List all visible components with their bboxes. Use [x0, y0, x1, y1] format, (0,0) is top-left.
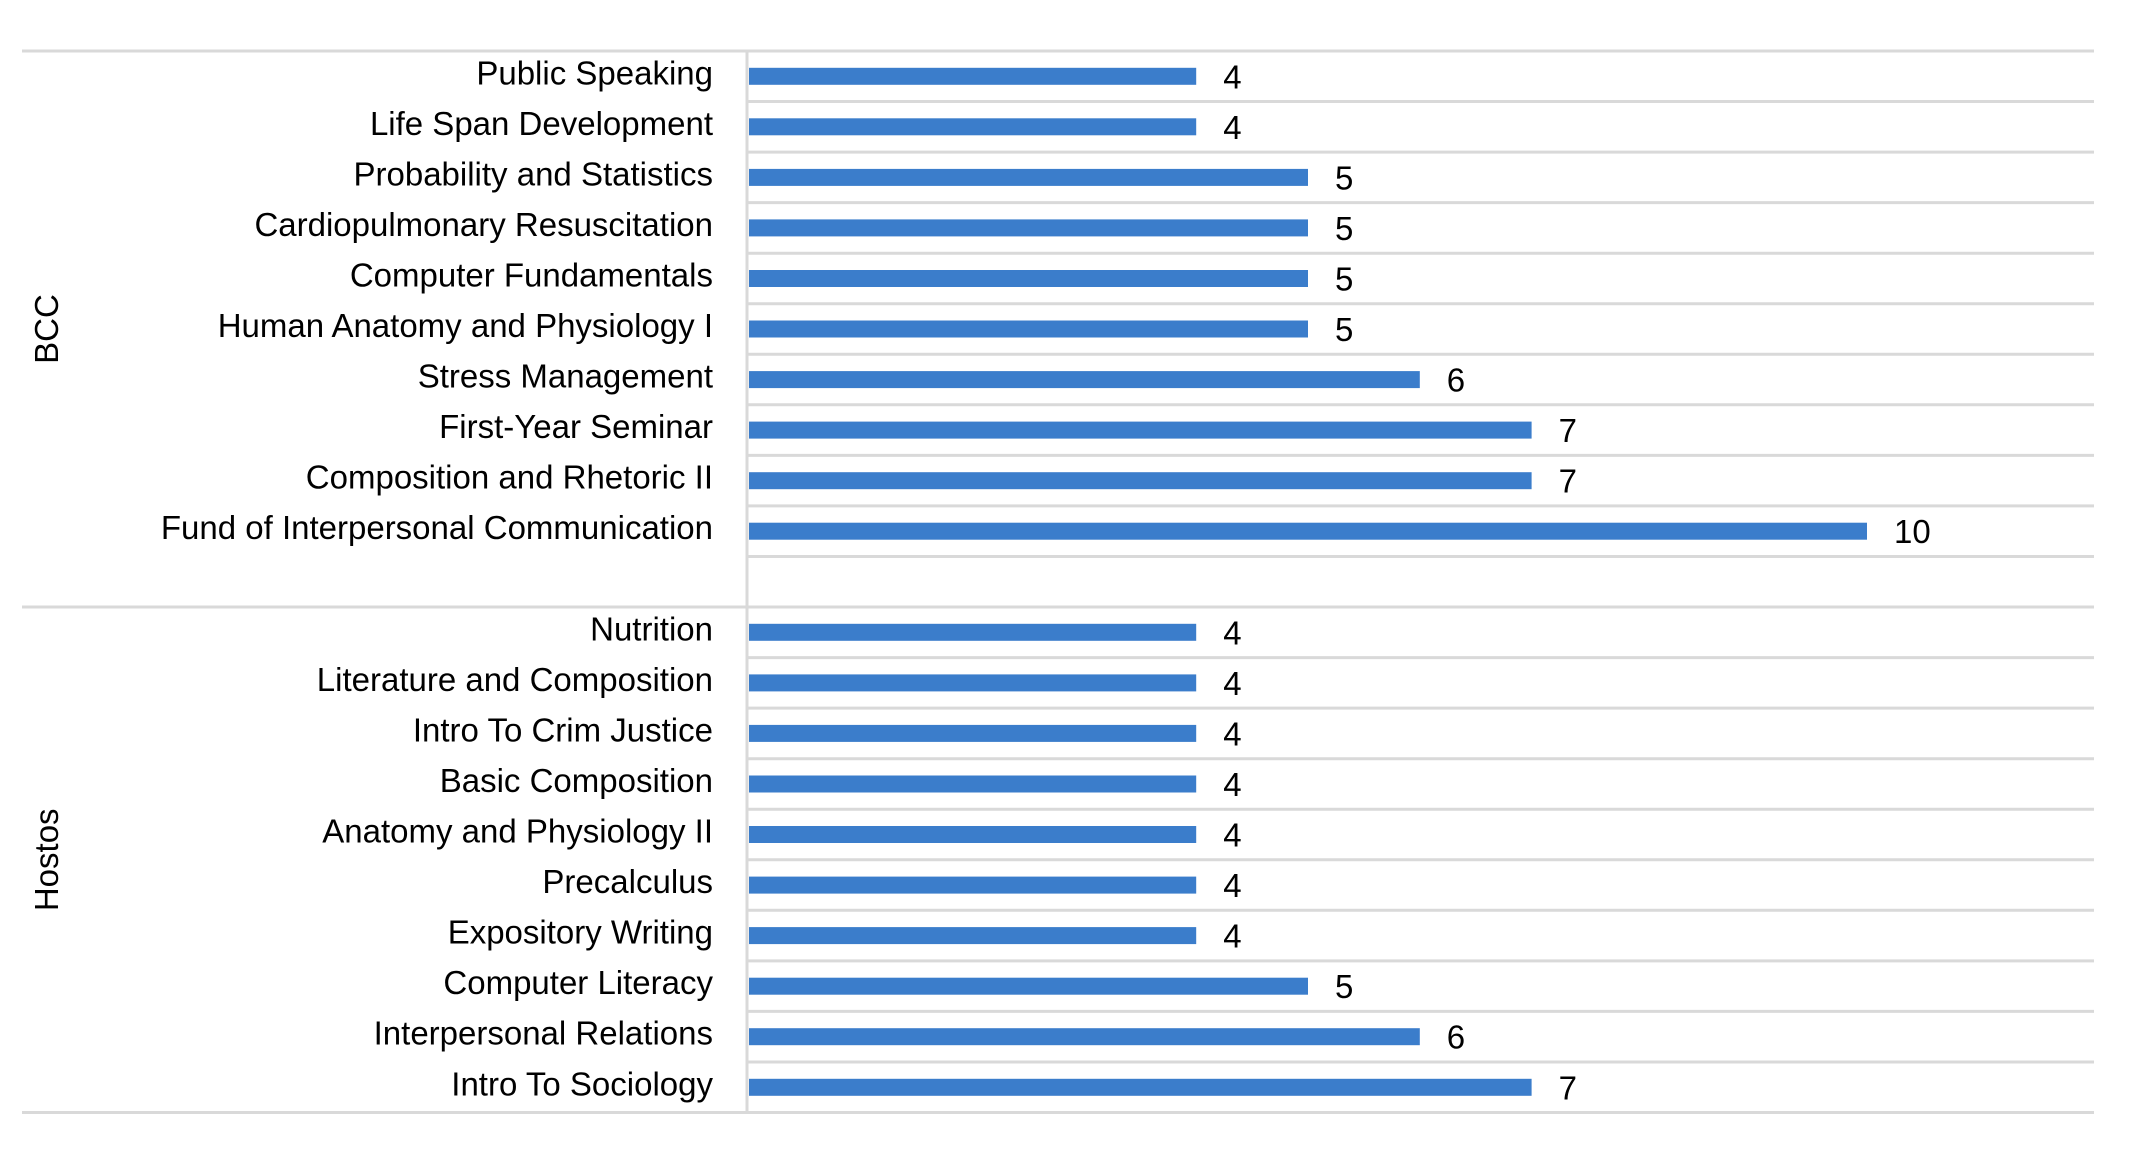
grouped-horizontal-bar-chart: Public Speaking Life Span Development Prob… — [22, 49, 2094, 1114]
bar-hostos-6 — [749, 876, 1197, 894]
category-label: Basic Composition — [440, 762, 713, 799]
data-label: 6 — [1447, 1019, 1465, 1056]
data-label: 4 — [1223, 58, 1241, 95]
category-label: First-Year Seminar — [439, 408, 713, 445]
category-label: Cardiopulmonary Resuscitation — [254, 206, 713, 243]
bar-bcc-9 — [749, 472, 1532, 490]
bar-bcc-4 — [749, 219, 1308, 237]
data-label: 4 — [1223, 918, 1241, 955]
category-label: Life Span Development — [370, 105, 713, 142]
bar-bcc-1 — [749, 67, 1197, 85]
category-label: Fund of Interpersonal Communication — [161, 509, 713, 546]
data-label: 4 — [1223, 867, 1241, 904]
data-label: 4 — [1223, 817, 1241, 854]
bar-hostos-4 — [749, 775, 1197, 793]
bars — [749, 67, 1867, 1096]
bar-hostos-8 — [749, 977, 1308, 995]
category-label: Probability and Statistics — [353, 155, 713, 192]
data-label: 4 — [1223, 109, 1241, 146]
bar-hostos-10 — [749, 1078, 1532, 1096]
category-label: Public Speaking — [476, 54, 713, 91]
category-labels: Public Speaking Life Span Development Prob… — [161, 54, 714, 1102]
category-label: Computer Literacy — [443, 964, 713, 1001]
category-label: Precalculus — [542, 863, 713, 900]
category-label: Anatomy and Physiology II — [322, 813, 713, 850]
category-label: Interpersonal Relations — [374, 1015, 713, 1052]
data-label: 5 — [1335, 968, 1353, 1005]
bar-hostos-3 — [749, 724, 1197, 742]
data-label: 4 — [1223, 614, 1241, 651]
category-label: Composition and Rhetoric II — [306, 459, 713, 496]
category-label: Human Anatomy and Physiology I — [218, 307, 713, 344]
data-label: 7 — [1559, 1069, 1577, 1106]
data-labels: 4 4 5 5 5 5 6 7 7 10 4 4 4 4 4 4 4 5 6 7 — [1223, 58, 1931, 1106]
bar-bcc-2 — [749, 118, 1197, 136]
data-label: 5 — [1335, 261, 1353, 298]
data-label: 4 — [1223, 766, 1241, 803]
bar-bcc-3 — [749, 168, 1308, 186]
category-label: Computer Fundamentals — [350, 257, 713, 294]
bar-hostos-2 — [749, 674, 1197, 692]
category-label: Intro To Sociology — [451, 1065, 713, 1102]
data-label: 5 — [1335, 311, 1353, 348]
bar-hostos-5 — [749, 826, 1197, 843]
data-label: 4 — [1223, 665, 1241, 702]
group-labels: BCC Hostos — [28, 294, 65, 911]
data-label: 5 — [1335, 210, 1353, 247]
bar-bcc-8 — [749, 421, 1532, 439]
bar-hostos-9 — [749, 1028, 1420, 1046]
bar-bcc-10 — [749, 522, 1867, 540]
data-label: 4 — [1223, 715, 1241, 752]
category-label: Expository Writing — [448, 914, 713, 951]
data-label: 7 — [1559, 412, 1577, 449]
data-label: 7 — [1559, 463, 1577, 500]
bar-hostos-1 — [749, 623, 1197, 641]
data-label: 6 — [1447, 362, 1465, 399]
data-label: 5 — [1335, 159, 1353, 196]
group-label-bcc: BCC — [28, 294, 65, 364]
group-label-hostos: Hostos — [28, 808, 65, 911]
bar-bcc-6 — [749, 320, 1308, 338]
bar-hostos-7 — [749, 927, 1197, 945]
bar-bcc-5 — [749, 270, 1308, 287]
category-label: Stress Management — [418, 358, 713, 395]
category-label: Literature and Composition — [317, 661, 713, 698]
bar-bcc-7 — [749, 371, 1420, 389]
category-label: Nutrition — [590, 610, 713, 647]
data-label: 10 — [1894, 513, 1931, 550]
category-label: Intro To Crim Justice — [413, 711, 713, 748]
